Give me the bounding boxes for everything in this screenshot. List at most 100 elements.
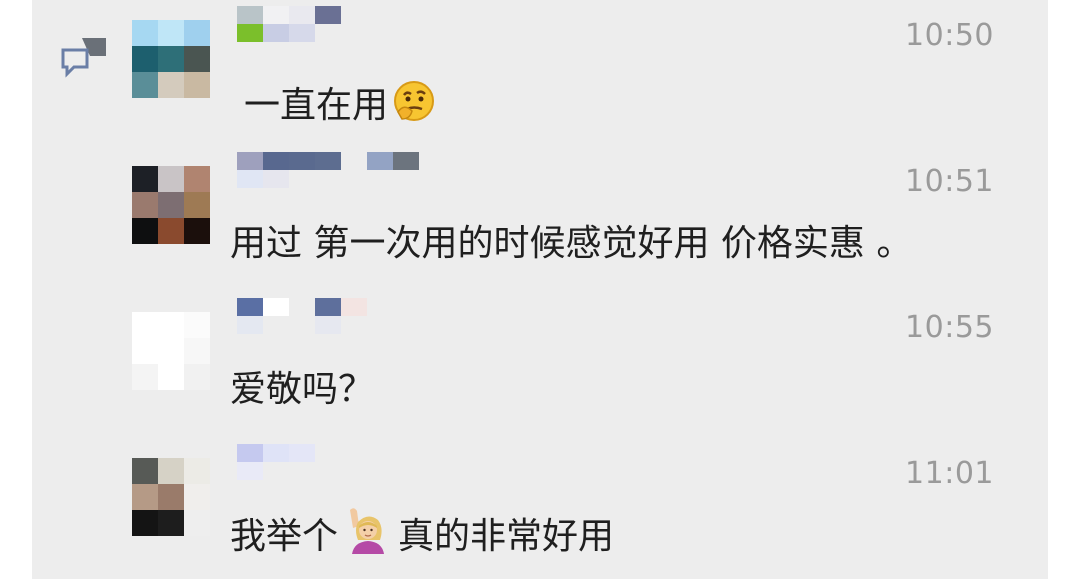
sender-name-pixel (341, 152, 367, 170)
avatar-pixel (184, 166, 210, 192)
thinking-face-emoji-icon (394, 81, 435, 121)
message-text[interactable]: 我举个 真的非常好用 (230, 506, 614, 559)
avatar-pixel (158, 510, 184, 536)
sender-name-pixel (263, 24, 289, 42)
avatar-pixel (132, 338, 158, 364)
avatar-pixel (184, 46, 210, 72)
avatar-pixel (158, 72, 184, 98)
avatar-pixel (184, 312, 210, 338)
message-time: 10:55 (905, 310, 994, 345)
message-text[interactable]: 用过 第一次用的时候感觉好用 价格实惠 。 (230, 214, 912, 266)
sender-name-pixel (237, 6, 263, 24)
sender-name-pixel (393, 152, 419, 170)
sender-name[interactable] (237, 152, 419, 188)
message-text-content: 真的非常好用 (398, 516, 615, 557)
sender-name-pixel (341, 316, 367, 334)
message-text-content: 爱敬吗？ (230, 369, 375, 410)
avatar-pixel (184, 218, 210, 244)
avatar-pixel (132, 166, 158, 192)
avatar-pixel (184, 192, 210, 218)
avatar-pixel (184, 364, 210, 390)
sender-name-pixel (289, 316, 315, 334)
avatar-pixel (132, 458, 158, 484)
avatar-pixel (132, 218, 158, 244)
message-text[interactable]: 一直在用 (244, 76, 436, 128)
sender-name-pixel (263, 6, 289, 24)
chat-message: 10:55 爱敬吗？ (32, 292, 1048, 438)
avatar-pixel (158, 166, 184, 192)
sender-name-pixel (289, 6, 315, 24)
avatar-pixel (158, 364, 184, 390)
avatar-pixel (132, 484, 158, 510)
message-time: 10:50 (905, 18, 994, 53)
sender-name-pixel (237, 444, 263, 462)
avatar[interactable] (132, 166, 210, 244)
sender-name-pixel (393, 170, 419, 188)
avatar-pixel (184, 458, 210, 484)
avatar-pixel (132, 192, 158, 218)
sender-name-pixel (289, 444, 315, 462)
sender-name-pixel (237, 462, 263, 480)
avatar-pixel (158, 192, 184, 218)
avatar-pixel (132, 510, 158, 536)
message-text[interactable]: 爱敬吗？ (230, 360, 374, 412)
sender-name-pixel (263, 316, 289, 334)
avatar-pixel (132, 312, 158, 338)
chat-message: 10:50 一直在用 (32, 0, 1048, 146)
avatar[interactable] (132, 312, 210, 390)
sender-name-pixel (289, 462, 315, 480)
sender-name[interactable] (237, 444, 315, 480)
sender-name-pixel (367, 152, 393, 170)
avatar-pixel (158, 458, 184, 484)
avatar-pixel (158, 312, 184, 338)
sender-name-pixel (367, 170, 393, 188)
sender-name-pixel (315, 6, 341, 24)
message-time: 11:01 (905, 456, 994, 491)
message-time: 10:51 (905, 164, 994, 199)
avatar-pixel (132, 46, 158, 72)
chat-message: 11:01 我举个 真的非常好用 (32, 438, 1048, 584)
woman-raising-hand-emoji-icon (350, 508, 385, 554)
message-text-content: 一直在用 (244, 85, 389, 126)
sender-name-pixel (263, 462, 289, 480)
sender-name-pixel (315, 170, 341, 188)
sender-name-pixel (289, 152, 315, 170)
sender-name-pixel (289, 24, 315, 42)
sender-name-pixel (237, 24, 263, 42)
sender-name-pixel (263, 170, 289, 188)
avatar-pixel (132, 72, 158, 98)
avatar-pixel (184, 510, 210, 536)
sender-name-pixel (263, 152, 289, 170)
chat-message: 10:51 用过 第一次用的时候感觉好用 价格实惠 。 (32, 146, 1048, 292)
avatar-pixel (158, 218, 184, 244)
sender-name-pixel (237, 298, 263, 316)
sender-name-pixel (315, 316, 341, 334)
avatar[interactable] (132, 20, 210, 98)
avatar-pixel (158, 338, 184, 364)
chat-panel: 10:50 一直在用 10:51 用过 第一次用的时候感觉好用 价格实惠 。 1… (32, 0, 1048, 579)
avatar-pixel (184, 484, 210, 510)
message-text-content: 我举个 (230, 516, 339, 557)
sender-name-pixel (237, 152, 263, 170)
avatar-pixel (184, 72, 210, 98)
avatar-pixel (158, 46, 184, 72)
sender-name-pixel (315, 24, 341, 42)
sender-name-pixel (237, 170, 263, 188)
avatar-pixel (158, 484, 184, 510)
sender-name-pixel (263, 444, 289, 462)
avatar-pixel (132, 364, 158, 390)
avatar-pixel (184, 20, 210, 46)
sender-name[interactable] (237, 298, 367, 334)
sender-name-pixel (341, 170, 367, 188)
message-text-content: 用过 第一次用的时候感觉好用 价格实惠 。 (230, 223, 913, 264)
sender-name-pixel (289, 170, 315, 188)
avatar-pixel (184, 338, 210, 364)
sender-name-pixel (237, 316, 263, 334)
sender-name-pixel (263, 298, 289, 316)
sender-name-pixel (315, 152, 341, 170)
avatar[interactable] (132, 458, 210, 536)
sender-name[interactable] (237, 6, 341, 42)
sender-name-pixel (289, 298, 315, 316)
sender-name-pixel (315, 298, 341, 316)
avatar-pixel (158, 20, 184, 46)
